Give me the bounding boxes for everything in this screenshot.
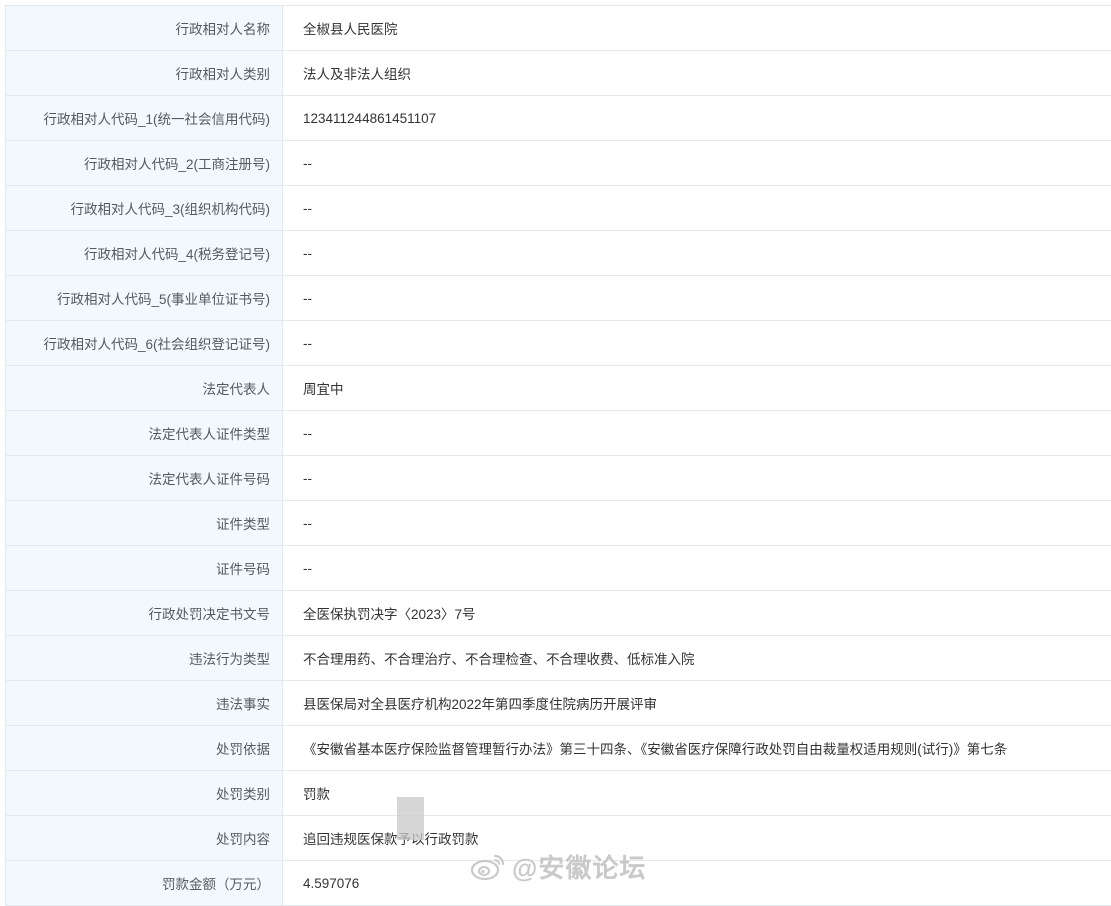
row-value: -- — [303, 245, 312, 261]
row-value: 4.597076 — [303, 875, 360, 891]
row-label: 行政相对人代码_2(工商注册号) — [6, 141, 283, 185]
watermark: @安徽论坛 — [470, 848, 646, 885]
row-label: 行政相对人代码_4(税务登记号) — [6, 231, 283, 275]
row-label: 处罚内容 — [6, 816, 283, 860]
row-label: 违法行为类型 — [6, 636, 283, 680]
row-label: 处罚类别 — [6, 771, 283, 815]
watermark-text: @安徽论坛 — [512, 853, 647, 883]
row-label: 行政相对人代码_3(组织机构代码) — [6, 186, 283, 230]
table-row: 处罚依据 《安徽省基本医疗保险监督管理暂行办法》第三十四条、《安徽省医疗保障行政处… — [6, 726, 1111, 771]
row-label: 法定代表人证件号码 — [6, 456, 283, 500]
table-row: 证件类型 -- — [6, 501, 1111, 546]
row-label: 行政相对人名称 — [6, 6, 283, 50]
table-row: 行政相对人代码_6(社会组织登记证号) -- — [6, 321, 1111, 366]
table-row: 法定代表人证件号码 -- — [6, 456, 1111, 501]
row-label: 行政相对人代码_1(统一社会信用代码) — [6, 96, 283, 140]
row-value: -- — [303, 425, 312, 441]
row-label: 行政相对人代码_5(事业单位证书号) — [6, 276, 283, 320]
table-row: 证件号码 -- — [6, 546, 1111, 591]
row-label: 行政相对人代码_6(社会组织登记证号) — [6, 321, 283, 365]
table-row: 违法事实 县医保局对全县医疗机构2022年第四季度住院病历开展评审 — [6, 681, 1111, 726]
table-row: 行政处罚决定书文号 全医保执罚决字〈2023〉7号 — [6, 591, 1111, 636]
row-value: -- — [303, 515, 312, 531]
table-row: 行政相对人类别 法人及非法人组织 — [6, 51, 1111, 96]
row-value: 法人及非法人组织 — [303, 67, 411, 82]
row-label: 处罚依据 — [6, 726, 283, 770]
row-value: 不合理用药、不合理治疗、不合理检查、不合理收费、低标准入院 — [303, 652, 695, 667]
row-value: -- — [303, 200, 312, 216]
row-label: 证件号码 — [6, 546, 283, 590]
row-value: -- — [303, 335, 312, 351]
row-label: 证件类型 — [6, 501, 283, 545]
row-label: 法定代表人证件类型 — [6, 411, 283, 455]
table-row: 行政相对人代码_4(税务登记号) -- — [6, 231, 1111, 276]
row-label: 法定代表人 — [6, 366, 283, 410]
table-row: 行政相对人代码_1(统一社会信用代码) 123411244861451107 — [6, 96, 1111, 141]
row-value: -- — [303, 155, 312, 171]
table-row: 行政相对人代码_2(工商注册号) -- — [6, 141, 1111, 186]
row-value: 全椒县人民医院 — [303, 22, 398, 37]
row-value: 123411244861451107 — [303, 110, 437, 126]
weibo-icon — [470, 852, 506, 882]
table-row: 行政相对人代码_5(事业单位证书号) -- — [6, 276, 1111, 321]
table-row: 违法行为类型 不合理用药、不合理治疗、不合理检查、不合理收费、低标准入院 — [6, 636, 1111, 681]
table-row: 行政相对人代码_3(组织机构代码) -- — [6, 186, 1111, 231]
table-row: 法定代表人 周宜中 — [6, 366, 1111, 411]
row-label: 行政相对人类别 — [6, 51, 283, 95]
row-label: 行政处罚决定书文号 — [6, 591, 283, 635]
row-value: 周宜中 — [303, 382, 344, 397]
row-label: 违法事实 — [6, 681, 283, 725]
row-value: -- — [303, 470, 312, 486]
row-value: -- — [303, 560, 312, 576]
table-row: 处罚类别 罚款 — [6, 771, 1111, 816]
row-value: 《安徽省基本医疗保险监督管理暂行办法》第三十四条、《安徽省医疗保障行政处罚自由裁… — [303, 742, 1008, 757]
table-row: 法定代表人证件类型 -- — [6, 411, 1111, 456]
penalty-info-table: 行政相对人名称 全椒县人民医院 行政相对人类别 法人及非法人组织 行政相对人代码_1… — [5, 5, 1111, 906]
row-label: 罚款金额（万元） — [6, 861, 283, 905]
row-value: 全医保执罚决字〈2023〉7号 — [303, 607, 476, 622]
row-value: -- — [303, 290, 312, 306]
table-row: 行政相对人名称 全椒县人民医院 — [6, 6, 1111, 51]
row-value: 县医保局对全县医疗机构2022年第四季度住院病历开展评审 — [303, 697, 658, 712]
text-selection-highlight — [397, 797, 424, 840]
